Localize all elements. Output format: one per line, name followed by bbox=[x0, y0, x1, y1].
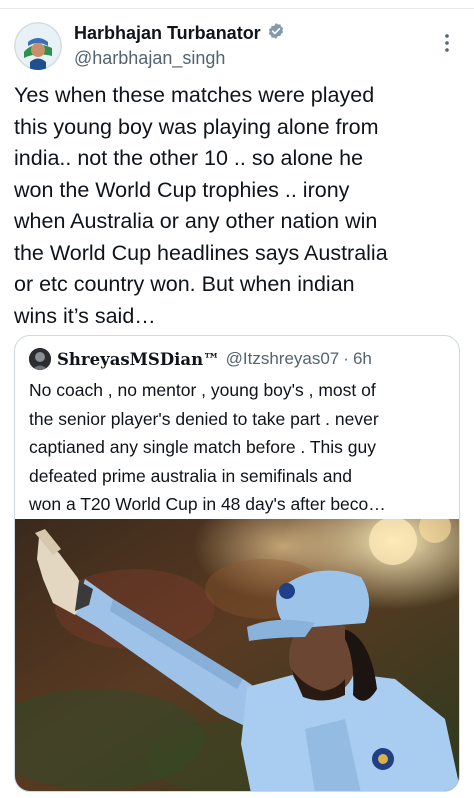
author-handle[interactable]: @harbhajan_singh bbox=[74, 48, 285, 69]
quoted-handle: @Itzshreyas07 bbox=[225, 349, 340, 368]
verified-badge-icon bbox=[267, 22, 285, 45]
post-header: Harbhajan Turbanator @harbhajan_singh bbox=[14, 22, 460, 72]
quoted-separator: · bbox=[343, 349, 349, 368]
quoted-header: ShreyasMSDian™ @Itzshreyas07 · 6h bbox=[29, 348, 372, 370]
quoted-post[interactable]: ShreyasMSDian™ @Itzshreyas07 · 6h No coa… bbox=[14, 335, 460, 792]
post-text: Yes when these matches were played this … bbox=[14, 83, 388, 328]
more-vertical-icon[interactable] bbox=[436, 32, 458, 54]
quoted-text: No coach , no mentor , young boy's , mos… bbox=[29, 380, 386, 514]
author-display-name[interactable]: Harbhajan Turbanator bbox=[74, 23, 261, 44]
quoted-display-name: ShreyasMSDian™ bbox=[57, 349, 220, 369]
author-name-row[interactable]: Harbhajan Turbanator bbox=[74, 22, 285, 44]
quoted-timestamp: 6h bbox=[352, 349, 372, 368]
quoted-avatar bbox=[29, 348, 51, 370]
author-avatar[interactable] bbox=[14, 22, 62, 70]
top-divider bbox=[0, 0, 474, 9]
quoted-media-image[interactable] bbox=[15, 519, 459, 791]
